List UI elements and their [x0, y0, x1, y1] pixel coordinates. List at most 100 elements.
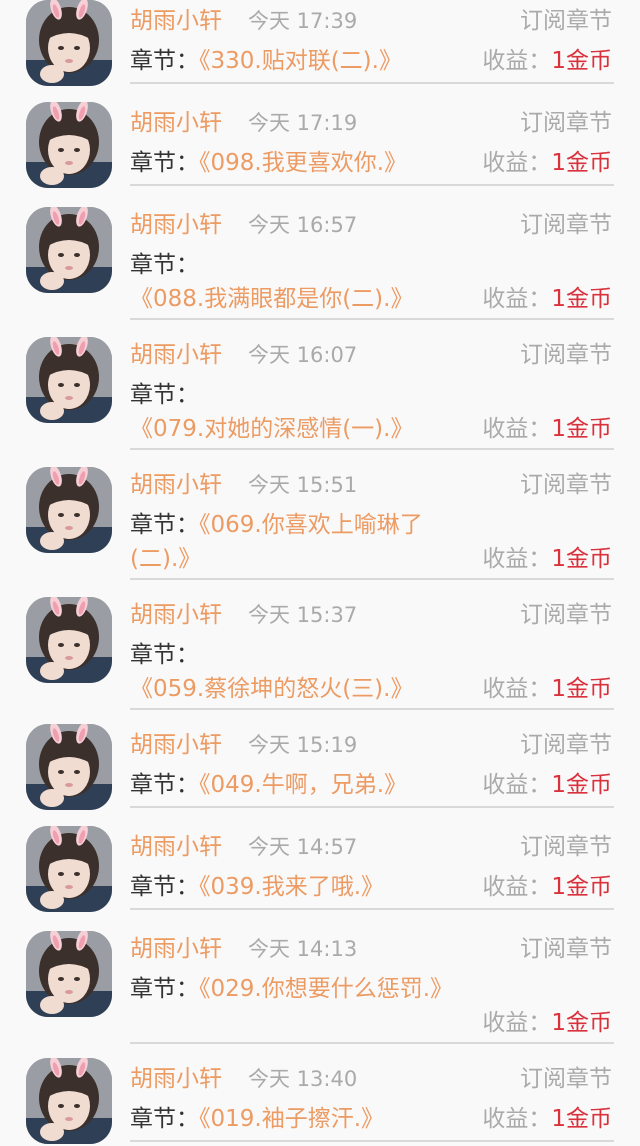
income-label: 收益： [482, 150, 552, 176]
record-time: 今天 15:51 [248, 473, 358, 497]
chapter-title[interactable]: 《049.牛啊，兄弟.》 [199, 772, 407, 798]
income-value: 1金币 [551, 286, 612, 312]
chapter-info[interactable]: 章节：《049.牛啊，兄弟.》 [130, 768, 470, 802]
income-value: 1金币 [551, 1010, 612, 1036]
income-value: 1金币 [551, 150, 612, 176]
income-value: 1金币 [551, 416, 612, 442]
avatar[interactable] [26, 0, 112, 86]
chapter-title[interactable]: 《059.蔡徐坤的怒火(三).》 [130, 676, 413, 702]
record-header: 胡雨小轩 今天 17:39 订阅章节 [130, 6, 612, 36]
income-value: 1金币 [551, 48, 612, 74]
chapter-label: 章节： [130, 48, 199, 74]
divider [130, 708, 614, 710]
divider [130, 578, 614, 580]
divider [130, 1042, 614, 1044]
income-info: 收益：1金币 [482, 44, 612, 78]
record-header: 胡雨小轩 今天 16:07 订阅章节 [130, 340, 612, 370]
income-label: 收益： [482, 772, 552, 798]
record-header: 胡雨小轩 今天 15:19 订阅章节 [130, 730, 612, 760]
chapter-info[interactable]: 章节：《029.你想要什么惩罚.》 [130, 972, 470, 1006]
chapter-title[interactable]: 《079.对她的深感情(一).》 [130, 416, 413, 442]
chapter-title[interactable]: 《098.我更喜欢你.》 [199, 150, 407, 176]
chapter-info[interactable]: 章节：《019.袖子擦汗.》 [130, 1102, 470, 1136]
avatar-image [26, 1058, 112, 1144]
record-time: 今天 16:07 [248, 343, 358, 367]
chapter-label: 章节： [130, 1106, 199, 1132]
avatar-image [26, 337, 112, 423]
avatar[interactable] [26, 467, 112, 553]
income-info: 收益：1金币 [482, 412, 612, 446]
record-time: 今天 16:57 [248, 213, 358, 237]
avatar-image [26, 931, 112, 1017]
chapter-info[interactable]: 章节： 《059.蔡徐坤的怒火(三).》 [130, 638, 470, 706]
chapter-label: 章节： [130, 150, 199, 176]
divider [130, 184, 614, 186]
income-value: 1金币 [551, 1106, 612, 1132]
avatar[interactable] [26, 337, 112, 423]
chapter-label: 章节： [130, 642, 199, 668]
chapter-title[interactable]: 《330.贴对联(二).》 [199, 48, 402, 74]
income-label: 收益： [482, 874, 552, 900]
record-type: 订阅章节 [520, 602, 612, 628]
avatar-image [26, 724, 112, 810]
avatar[interactable] [26, 207, 112, 293]
author-name: 胡雨小轩 [130, 1066, 222, 1092]
avatar-image [26, 102, 112, 188]
chapter-label: 章节： [130, 874, 199, 900]
record-header: 胡雨小轩 今天 14:57 订阅章节 [130, 832, 612, 862]
chapter-label: 章节： [130, 512, 199, 538]
author-name: 胡雨小轩 [130, 602, 222, 628]
chapter-label: 章节： [130, 252, 199, 278]
record-time: 今天 13:40 [248, 1067, 358, 1091]
income-label: 收益： [482, 286, 552, 312]
chapter-title[interactable]: 《019.袖子擦汗.》 [199, 1106, 384, 1132]
record-header: 胡雨小轩 今天 14:13 订阅章节 [130, 934, 612, 964]
income-label: 收益： [482, 48, 552, 74]
record-time: 今天 15:19 [248, 733, 358, 757]
chapter-info[interactable]: 章节： 《079.对她的深感情(一).》 [130, 378, 470, 446]
record-time: 今天 14:13 [248, 937, 358, 961]
divider [130, 448, 614, 450]
income-info: 收益：1金币 [482, 146, 612, 180]
chapter-label: 章节： [130, 382, 199, 408]
avatar-image [26, 0, 112, 86]
income-info: 收益：1金币 [482, 1006, 612, 1040]
author-name: 胡雨小轩 [130, 110, 222, 136]
income-value: 1金币 [551, 546, 612, 572]
record-time: 今天 14:57 [248, 835, 358, 859]
chapter-info[interactable]: 章节：《039.我来了哦.》 [130, 870, 470, 904]
record-time: 今天 15:37 [248, 603, 358, 627]
income-info: 收益：1金币 [482, 282, 612, 316]
chapter-info[interactable]: 章节：《069.你喜欢上喻琳了(二).》 [130, 508, 470, 576]
record-header: 胡雨小轩 今天 13:40 订阅章节 [130, 1064, 612, 1094]
avatar[interactable] [26, 931, 112, 1017]
record-type: 订阅章节 [520, 212, 612, 238]
divider [130, 318, 614, 320]
avatar[interactable] [26, 1058, 112, 1144]
avatar[interactable] [26, 826, 112, 912]
chapter-info[interactable]: 章节：《330.贴对联(二).》 [130, 44, 470, 78]
author-name: 胡雨小轩 [130, 342, 222, 368]
avatar[interactable] [26, 724, 112, 810]
divider [130, 908, 614, 910]
chapter-title[interactable]: 《039.我来了哦.》 [199, 874, 384, 900]
record-header: 胡雨小轩 今天 17:19 订阅章节 [130, 108, 612, 138]
chapter-title[interactable]: 《029.你想要什么惩罚.》 [199, 976, 453, 1002]
author-name: 胡雨小轩 [130, 834, 222, 860]
divider [130, 1140, 614, 1142]
record-type: 订阅章节 [520, 1066, 612, 1092]
income-info: 收益：1金币 [482, 542, 612, 576]
record-type: 订阅章节 [520, 936, 612, 962]
income-label: 收益： [482, 1106, 552, 1132]
avatar[interactable] [26, 597, 112, 683]
income-info: 收益：1金币 [482, 768, 612, 802]
chapter-label: 章节： [130, 772, 199, 798]
record-type: 订阅章节 [520, 834, 612, 860]
chapter-title[interactable]: 《088.我满眼都是你(二).》 [130, 286, 413, 312]
chapter-info[interactable]: 章节：《098.我更喜欢你.》 [130, 146, 470, 180]
income-label: 收益： [482, 416, 552, 442]
chapter-info[interactable]: 章节： 《088.我满眼都是你(二).》 [130, 248, 470, 316]
divider [130, 806, 614, 808]
divider [130, 82, 614, 84]
avatar[interactable] [26, 102, 112, 188]
